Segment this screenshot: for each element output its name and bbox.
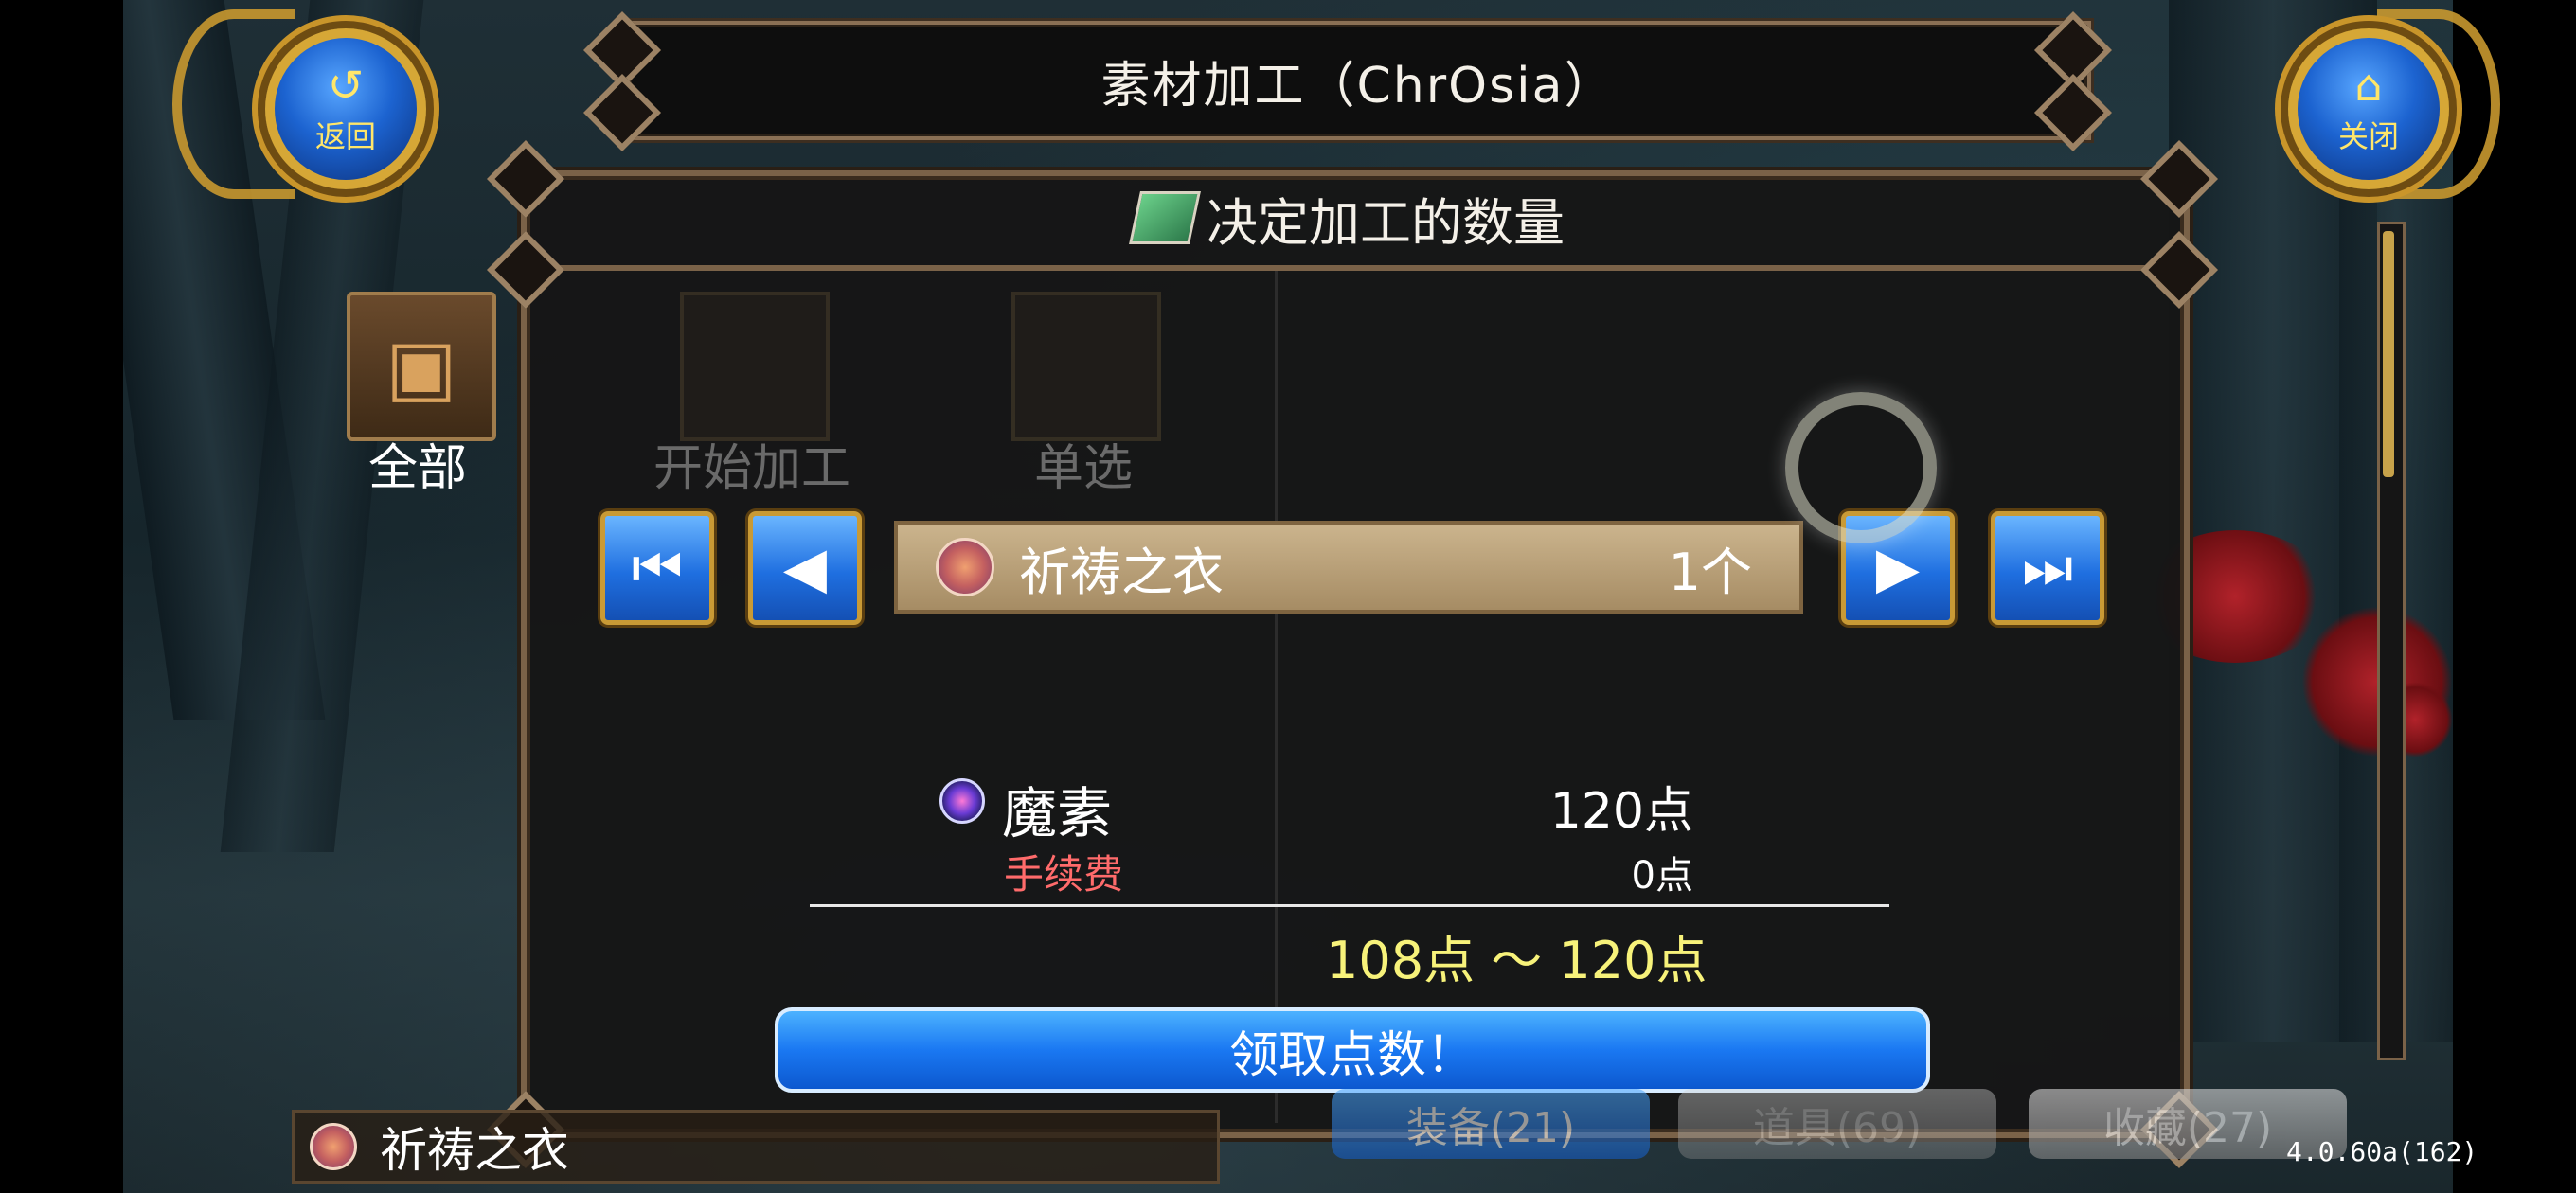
fee-label: 手续费 <box>1004 851 1124 898</box>
points-range: 108点 ～ 120点 <box>1326 931 1708 990</box>
item-name: 祈祷之衣 <box>1019 542 1224 602</box>
window-title-bar: 素材加工（ChrOsia） <box>625 21 2091 140</box>
single-select-label: 单选 <box>1033 440 1133 497</box>
first-button[interactable]: ⏮ <box>600 511 714 625</box>
version-label: 4.0.60a(162) <box>2286 1136 2478 1167</box>
robe-item-icon <box>310 1123 357 1170</box>
bag-icon: ▣ <box>385 322 457 411</box>
element-value: 120点 <box>1549 783 1693 840</box>
panel-divider <box>1275 271 1278 1123</box>
start-processing-label: 开始加工 <box>653 440 850 497</box>
claim-points-button[interactable]: 领取点数！ <box>775 1007 1930 1093</box>
close-button-label: 关闭 <box>2337 118 2399 154</box>
arrow-left-icon: ◀ <box>782 535 828 601</box>
close-button[interactable]: ⌂ 关闭 <box>2288 28 2449 189</box>
element-orb-icon <box>939 778 985 824</box>
robe-item-icon <box>936 538 994 596</box>
back-button-label: 返回 <box>314 118 376 154</box>
last-button[interactable]: ⏭ <box>1991 511 2104 625</box>
single-select-button <box>1011 292 1161 441</box>
item-quantity: 1个 <box>1668 542 1752 602</box>
selected-item-name: 祈祷之衣 <box>380 1123 569 1178</box>
book-icon <box>1129 191 1201 244</box>
back-arrow-icon: ↺ <box>327 60 365 111</box>
all-category-button[interactable]: ▣ <box>347 292 496 441</box>
back-button[interactable]: ↺ 返回 <box>265 28 426 189</box>
element-name: 魔素 <box>1002 781 1113 846</box>
tab-items[interactable]: 道具(69) <box>1678 1089 1996 1159</box>
arrow-right-icon: ▶ <box>1875 535 1921 601</box>
all-category-label: 全部 <box>367 440 467 497</box>
tab-equipment[interactable]: 装备(21) <box>1332 1089 1650 1159</box>
window-title: 素材加工（ChrOsia） <box>1100 57 1616 115</box>
previous-button[interactable]: ◀ <box>748 511 862 625</box>
dialog-header: 决定加工的数量 <box>521 170 2178 271</box>
skip-last-icon: ⏭ <box>2022 535 2073 601</box>
selected-item-strip: 祈祷之衣 <box>292 1110 1220 1184</box>
dialog-title: 决定加工的数量 <box>1207 192 1565 253</box>
skip-first-icon: ⏮ <box>632 535 683 601</box>
touch-indicator <box>1785 392 1937 543</box>
summary-divider <box>810 904 1889 907</box>
start-processing-button <box>680 292 830 441</box>
item-quantity-bar: 祈祷之衣 1个 <box>894 521 1803 614</box>
home-icon: ⌂ <box>2354 60 2383 111</box>
fee-value: 0点 <box>1631 854 1693 898</box>
scrollbar-thumb[interactable] <box>2383 231 2394 477</box>
